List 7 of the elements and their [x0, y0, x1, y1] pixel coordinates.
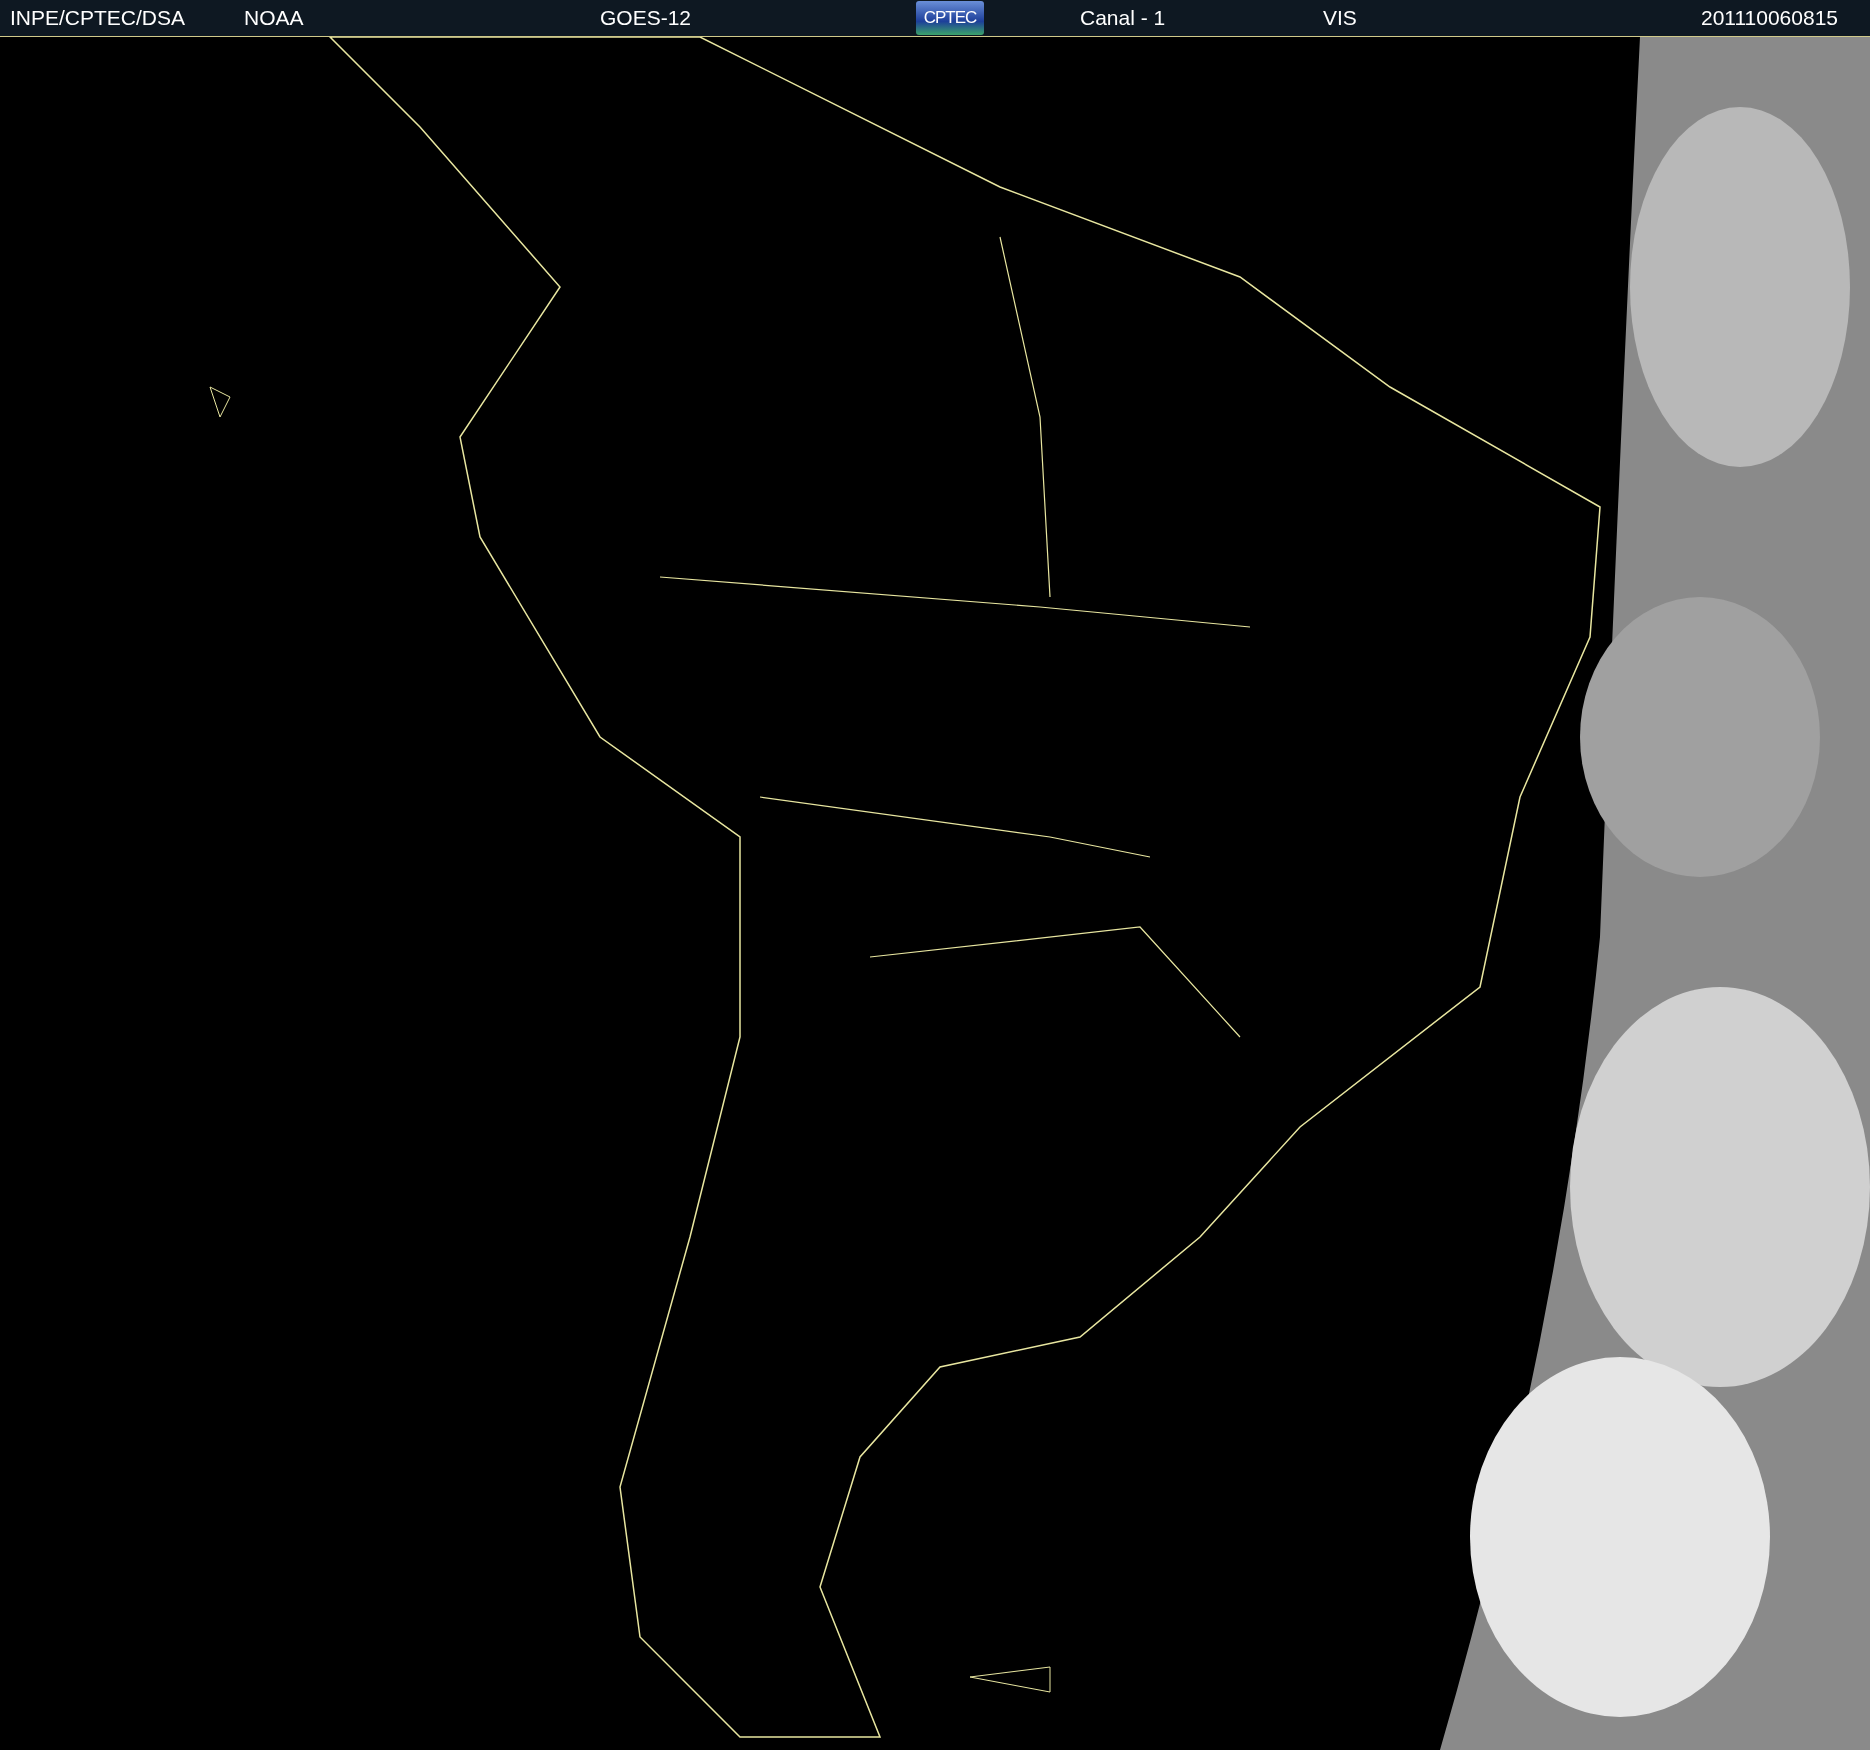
logo: CPTEC	[916, 1, 984, 35]
agency-label: NOAA	[244, 6, 305, 30]
band-label: VIS	[1323, 6, 1358, 30]
source-label: INPE/CPTEC/DSA	[10, 6, 187, 30]
satellite-label: GOES-12	[600, 6, 693, 30]
channel-label: Canal - 1	[1080, 6, 1167, 30]
timestamp-label: 201110060815	[1700, 6, 1838, 30]
